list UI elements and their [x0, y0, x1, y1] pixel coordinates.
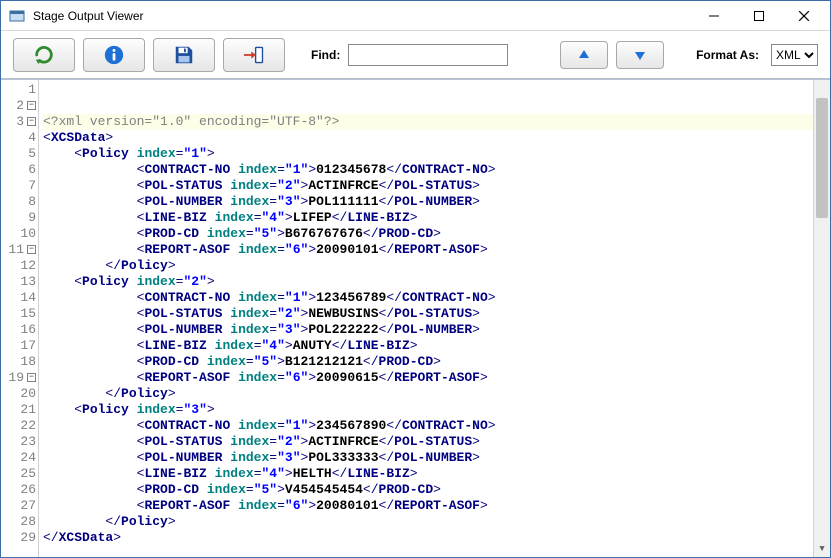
export-button[interactable]: [223, 38, 285, 72]
fold-toggle[interactable]: −: [27, 373, 36, 382]
code-line: <?xml version="1.0" encoding="UTF-8"?>: [43, 114, 830, 130]
find-prev-button[interactable]: [560, 41, 608, 69]
format-select[interactable]: XML: [771, 44, 818, 66]
code-line: <POL-NUMBER index="3">POL222222</POL-NUM…: [43, 322, 830, 338]
code-line: <REPORT-ASOF index="6">20090615</REPORT-…: [43, 370, 830, 386]
scroll-down-icon[interactable]: ▾: [814, 540, 830, 557]
format-as-label: Format As:: [696, 48, 759, 62]
close-button[interactable]: [781, 2, 826, 30]
line-gutter: 12−3−4567891011−1213141516171819−2021222…: [1, 80, 39, 557]
scroll-thumb[interactable]: [816, 98, 828, 218]
info-button[interactable]: [83, 38, 145, 72]
code-line: <POL-NUMBER index="3">POL333333</POL-NUM…: [43, 450, 830, 466]
code-line: <PROD-CD index="5">B121212121</PROD-CD>: [43, 354, 830, 370]
minimize-button[interactable]: [691, 2, 736, 30]
maximize-button[interactable]: [736, 2, 781, 30]
code-line: <PROD-CD index="5">V454545454</PROD-CD>: [43, 482, 830, 498]
code-line: <LINE-BIZ index="4">LIFEP</LINE-BIZ>: [43, 210, 830, 226]
code-line: <XCSData>: [43, 130, 830, 146]
code-line: <CONTRACT-NO index="1">234567890</CONTRA…: [43, 418, 830, 434]
titlebar: Stage Output Viewer: [1, 1, 830, 31]
code-line: </Policy>: [43, 386, 830, 402]
code-line: <POL-STATUS index="2">ACTINFRCE</POL-STA…: [43, 434, 830, 450]
save-button[interactable]: [153, 38, 215, 72]
code-line: </Policy>: [43, 514, 830, 530]
app-icon: [9, 8, 25, 24]
code-area[interactable]: <?xml version="1.0" encoding="UTF-8"?><X…: [39, 80, 830, 557]
fold-toggle[interactable]: −: [27, 117, 36, 126]
find-label: Find:: [311, 48, 340, 62]
vertical-scrollbar[interactable]: ▴ ▾: [813, 80, 830, 557]
code-line: [43, 546, 830, 557]
code-line: </Policy>: [43, 258, 830, 274]
code-line: <POL-NUMBER index="3">POL111111</POL-NUM…: [43, 194, 830, 210]
code-line: <Policy index="3">: [43, 402, 830, 418]
find-input[interactable]: [348, 44, 508, 66]
toolbar: Find: Format As: XML: [1, 31, 830, 79]
window-title: Stage Output Viewer: [33, 9, 691, 23]
fold-toggle[interactable]: −: [27, 101, 36, 110]
window-controls: [691, 2, 826, 30]
code-line: <PROD-CD index="5">B676767676</PROD-CD>: [43, 226, 830, 242]
code-line: <POL-STATUS index="2">ACTINFRCE</POL-STA…: [43, 178, 830, 194]
fold-toggle[interactable]: −: [27, 245, 36, 254]
code-line: <CONTRACT-NO index="1">123456789</CONTRA…: [43, 290, 830, 306]
code-line: <POL-STATUS index="2">NEWBUSINS</POL-STA…: [43, 306, 830, 322]
editor: 12−3−4567891011−1213141516171819−2021222…: [1, 79, 830, 557]
code-line: <LINE-BIZ index="4">HELTH</LINE-BIZ>: [43, 466, 830, 482]
code-line: <REPORT-ASOF index="6">20080101</REPORT-…: [43, 498, 830, 514]
code-line: <LINE-BIZ index="4">ANUTY</LINE-BIZ>: [43, 338, 830, 354]
code-line: <REPORT-ASOF index="6">20090101</REPORT-…: [43, 242, 830, 258]
find-next-button[interactable]: [616, 41, 664, 69]
refresh-button[interactable]: [13, 38, 75, 72]
code-line: <CONTRACT-NO index="1">012345678</CONTRA…: [43, 162, 830, 178]
code-line: </XCSData>: [43, 530, 830, 546]
code-line: <Policy index="1">: [43, 146, 830, 162]
code-line: <Policy index="2">: [43, 274, 830, 290]
